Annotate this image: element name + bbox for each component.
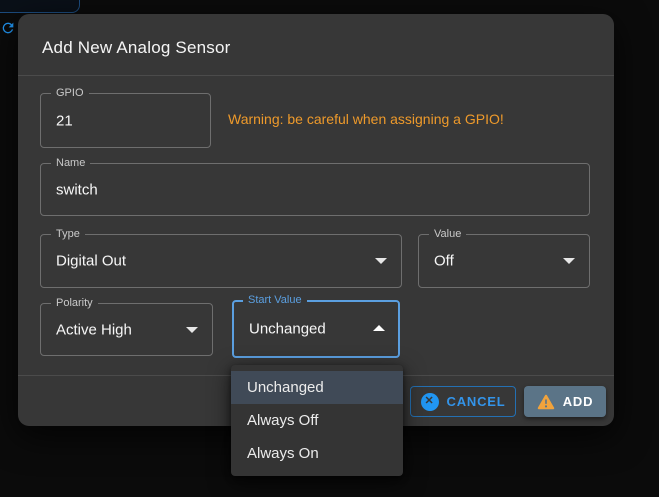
warning-triangle-icon bbox=[537, 394, 555, 410]
add-button[interactable]: ADD bbox=[524, 386, 606, 417]
value-select[interactable]: Value Off bbox=[418, 234, 590, 288]
cancel-button[interactable]: ✕ CANCEL bbox=[410, 386, 516, 417]
menu-item-always-off[interactable]: Always Off bbox=[231, 404, 403, 437]
gpio-warning-text: Warning: be careful when assigning a GPI… bbox=[228, 111, 504, 127]
caret-down-icon bbox=[563, 258, 575, 264]
header-divider bbox=[18, 75, 614, 76]
type-select-label: Type bbox=[51, 228, 85, 241]
type-select[interactable]: Type Digital Out bbox=[40, 234, 402, 288]
cancel-button-label: CANCEL bbox=[447, 394, 506, 409]
dialog-title: Add New Analog Sensor bbox=[42, 38, 231, 58]
start-value-select-label: Start Value bbox=[243, 294, 307, 307]
name-field[interactable]: Name switch bbox=[40, 163, 590, 216]
name-field-label: Name bbox=[51, 157, 90, 170]
gpio-field-label: GPIO bbox=[51, 87, 89, 100]
add-button-label: ADD bbox=[563, 394, 594, 409]
gpio-field-value: 21 bbox=[56, 112, 73, 129]
background-partial-tab bbox=[0, 0, 80, 13]
start-value-dropdown-menu: Unchanged Always Off Always On bbox=[231, 365, 403, 476]
menu-item-unchanged[interactable]: Unchanged bbox=[231, 371, 403, 404]
menu-item-always-on[interactable]: Always On bbox=[231, 437, 403, 470]
start-value-select[interactable]: Start Value Unchanged bbox=[232, 300, 400, 358]
value-select-value: Off bbox=[434, 253, 454, 270]
caret-down-icon bbox=[375, 258, 387, 264]
refresh-icon[interactable] bbox=[0, 20, 16, 36]
circle-x-icon: ✕ bbox=[421, 393, 439, 411]
caret-up-icon bbox=[373, 325, 385, 331]
polarity-select[interactable]: Polarity Active High bbox=[40, 303, 213, 356]
caret-down-icon bbox=[186, 327, 198, 333]
gpio-field[interactable]: GPIO 21 bbox=[40, 93, 211, 148]
polarity-select-label: Polarity bbox=[51, 297, 98, 310]
type-select-value: Digital Out bbox=[56, 253, 126, 270]
value-select-label: Value bbox=[429, 228, 466, 241]
name-field-value: switch bbox=[56, 181, 98, 198]
start-value-select-value: Unchanged bbox=[249, 321, 326, 338]
polarity-select-value: Active High bbox=[56, 321, 132, 338]
